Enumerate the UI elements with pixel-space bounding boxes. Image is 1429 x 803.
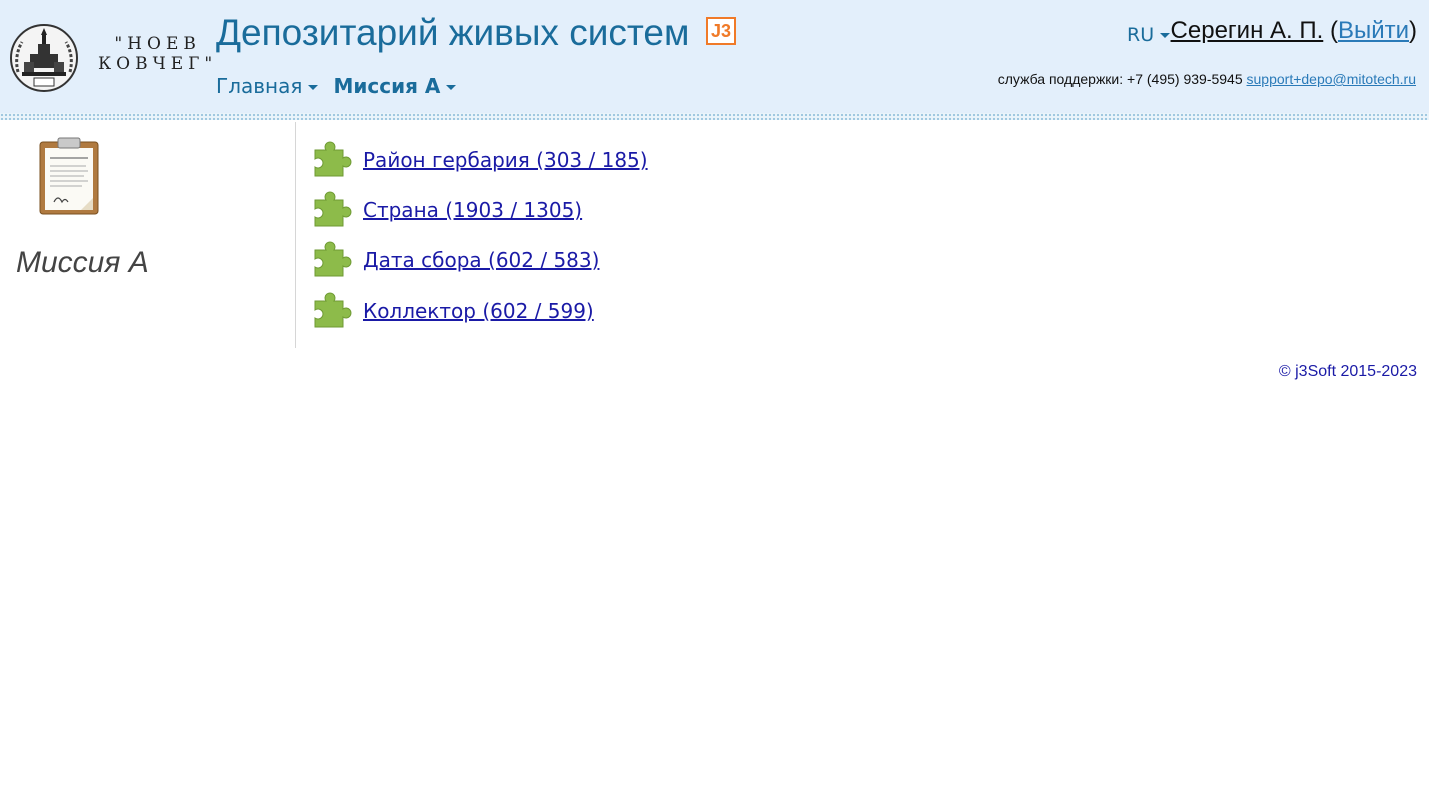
- chevron-down-icon: [446, 85, 457, 90]
- list-item: Страна (1903 / 1305): [312, 188, 912, 232]
- main-nav: Главная Миссия А: [216, 74, 466, 98]
- support-phone: служба поддержки: +7 (495) 939-5945: [997, 71, 1243, 87]
- left-panel: Миссия А: [0, 122, 296, 348]
- header-divider: [0, 113, 1429, 120]
- nav-item-mission-label: Миссия А: [333, 74, 441, 98]
- user-name-link[interactable]: Серегин А. П.: [1171, 17, 1324, 44]
- chevron-down-icon: [1160, 33, 1171, 38]
- copyright: © j3Soft 2015-2023: [1278, 363, 1417, 380]
- logo-text-line1: "НОЕВ: [114, 34, 201, 54]
- mission-title: Миссия А: [16, 246, 149, 279]
- j3-logo-icon[interactable]: J3: [706, 17, 736, 45]
- list-item: Дата сбора (602 / 583): [312, 238, 912, 282]
- logo-text: "НОЕВ КОВЧЕГ": [98, 34, 217, 74]
- paren-close: ): [1409, 17, 1417, 44]
- logout-link[interactable]: Выйти: [1338, 17, 1409, 44]
- category-link-collection-date[interactable]: Дата сбора (602 / 583): [363, 248, 599, 272]
- site-logo[interactable]: "НОЕВ КОВЧЕГ": [8, 22, 212, 94]
- category-link-collector[interactable]: Коллектор (602 / 599): [363, 299, 594, 323]
- list-item: Коллектор (602 / 599): [312, 289, 912, 333]
- puzzle-piece-icon: [314, 292, 352, 328]
- language-selector[interactable]: RU: [1127, 24, 1171, 46]
- logo-text-line2: КОВЧЕГ": [98, 54, 218, 74]
- paren-open: (: [1329, 17, 1338, 44]
- nav-item-mission[interactable]: Миссия А: [333, 74, 457, 98]
- list-item: Район гербария (303 / 185): [312, 138, 912, 182]
- nav-item-home[interactable]: Главная: [216, 74, 319, 98]
- nav-item-home-label: Главная: [216, 74, 303, 98]
- puzzle-piece-icon: [314, 141, 352, 177]
- university-emblem-icon: [10, 24, 78, 92]
- language-label: RU: [1127, 24, 1155, 46]
- header: "НОЕВ КОВЧЕГ" Депозитарий живых систем J…: [0, 0, 1429, 116]
- puzzle-piece-icon: [314, 241, 352, 277]
- user-block: Серегин А. П. (Выйти): [1171, 17, 1417, 45]
- support-info: служба поддержки: +7 (495) 939-5945 supp…: [998, 71, 1416, 87]
- category-link-country[interactable]: Страна (1903 / 1305): [363, 198, 582, 222]
- puzzle-piece-icon: [314, 191, 352, 227]
- category-link-herbarium-region[interactable]: Район гербария (303 / 185): [363, 148, 648, 172]
- clipboard-contract-icon: [39, 137, 99, 215]
- chevron-down-icon: [308, 85, 319, 90]
- site-title[interactable]: Депозитарий живых систем: [216, 11, 689, 55]
- support-email-link[interactable]: support+depo@mitotech.ru: [1247, 71, 1416, 87]
